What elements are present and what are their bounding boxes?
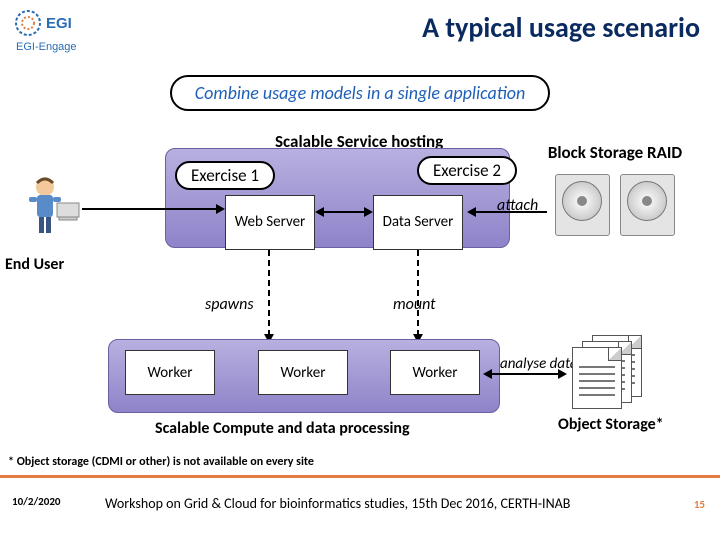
scalable-compute-label: Scalable Compute and data processing <box>155 419 410 438</box>
block-storage-label: Block Storage RAID <box>530 142 700 163</box>
footer-date: 10/2/2020 <box>12 495 60 508</box>
spawns-label: spawns <box>205 295 254 314</box>
egi-logo: EGI EGI-Engage <box>10 8 100 58</box>
mount-label: mount <box>393 295 436 314</box>
worker-box-1: Worker <box>125 350 215 395</box>
page-number: 15 <box>694 498 705 511</box>
attach-label: attach <box>497 196 538 215</box>
end-user-label: End User <box>5 255 64 274</box>
worker-1-text: Worker <box>126 351 214 394</box>
exercise-2-label: Exercise 2 <box>417 156 517 185</box>
divider <box>0 475 720 478</box>
exercise-1-label: Exercise 1 <box>175 161 275 190</box>
object-storage-label: Object Storage* <box>558 415 664 434</box>
svg-text:EGI: EGI <box>46 15 72 32</box>
page-title: A typical usage scenario <box>422 10 700 45</box>
worker-box-2: Worker <box>258 350 348 395</box>
svg-text:EGI-Engage: EGI-Engage <box>16 41 77 53</box>
web-server-text: Web Server <box>226 196 314 249</box>
footnote: * Object storage (CDMI or other) is not … <box>8 455 314 469</box>
user-icon <box>15 175 80 245</box>
worker-3-text: Worker <box>391 351 479 394</box>
worker-box-3: Worker <box>390 350 480 395</box>
footer-text: Workshop on Grid & Cloud for bioinformat… <box>105 495 570 512</box>
subtitle: Combine usage models in a single applica… <box>170 75 550 111</box>
worker-2-text: Worker <box>259 351 347 394</box>
analyse-label: analyse data <box>500 356 578 373</box>
data-server-text: Data Server <box>374 196 462 249</box>
raid-disks-icon <box>555 170 685 240</box>
object-storage-icon <box>570 335 670 410</box>
